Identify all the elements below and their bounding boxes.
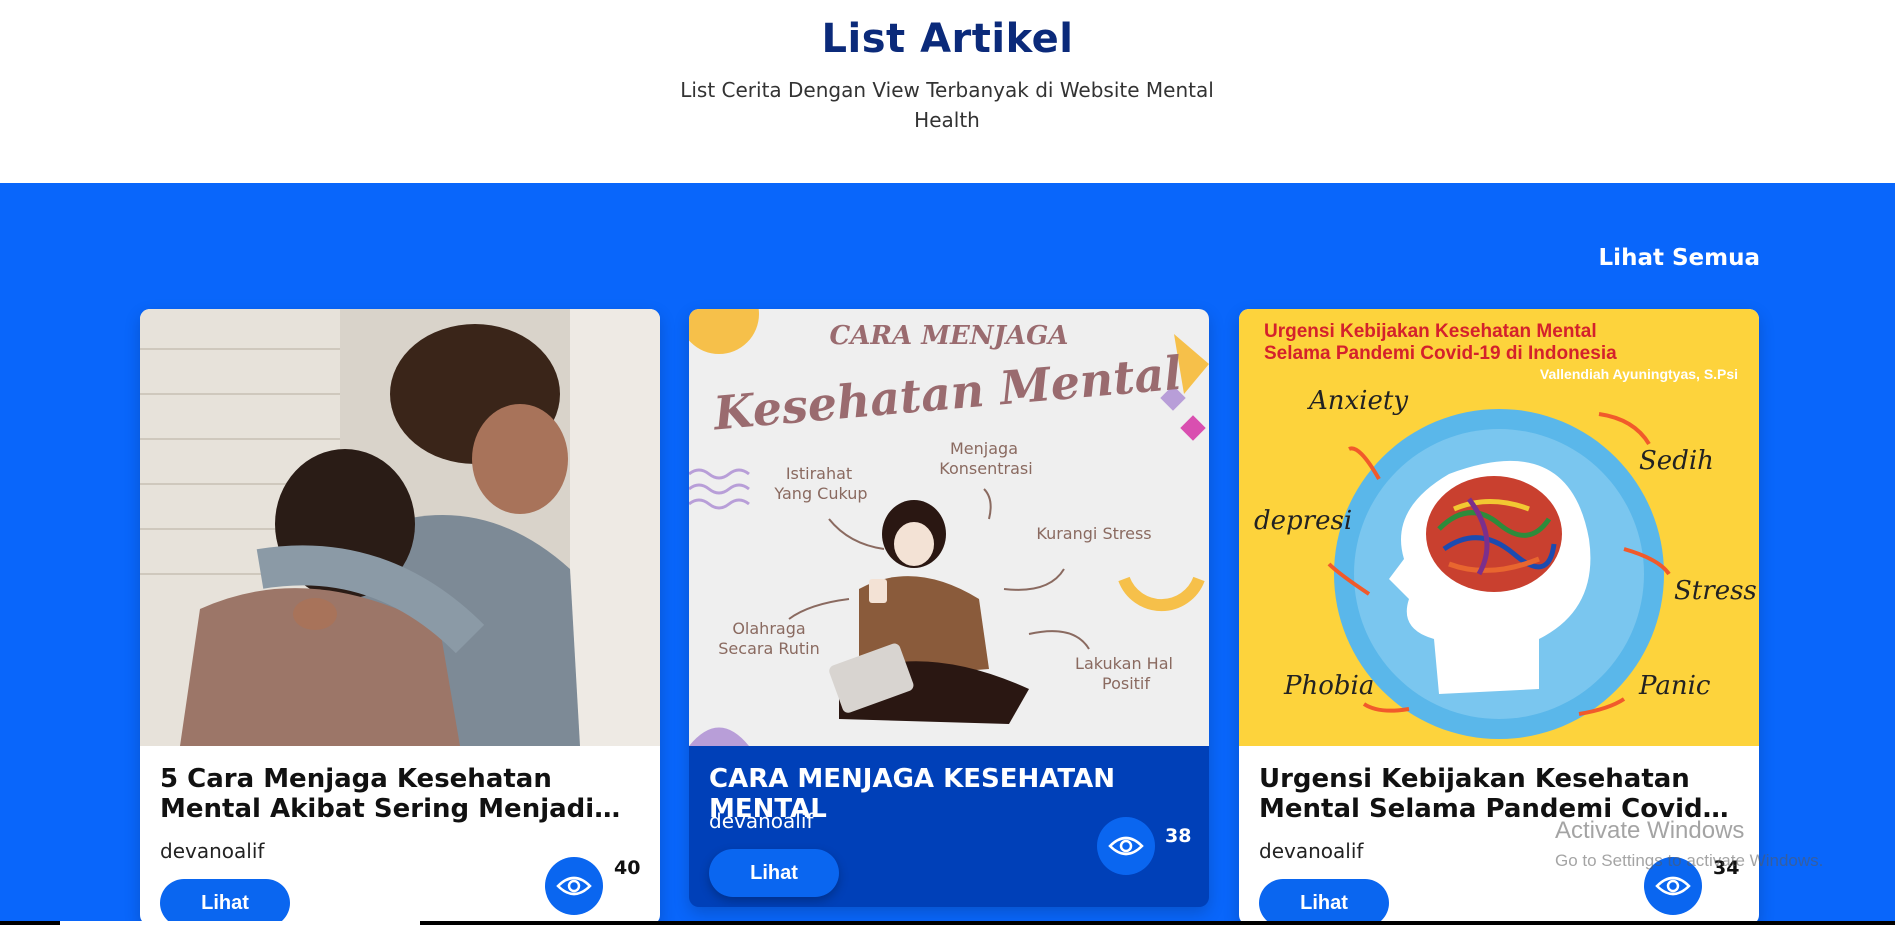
article-image — [140, 309, 660, 746]
svg-text:Secara Rutin: Secara Rutin — [718, 639, 819, 658]
watermark-line: Activate Windows — [1555, 817, 1745, 844]
svg-text:Sedih: Sedih — [1639, 446, 1714, 476]
view-article-button[interactable]: Lihat — [709, 849, 839, 897]
svg-text:depresi: depresi — [1254, 506, 1352, 536]
taskbar-edge — [0, 921, 1895, 925]
svg-text:Positif: Positif — [1102, 674, 1150, 693]
article-author: devanoalif — [160, 839, 265, 863]
svg-text:Anxiety: Anxiety — [1307, 386, 1408, 416]
svg-text:Yang Cukup: Yang Cukup — [773, 484, 867, 503]
image-text: Urgensi Kebijakan Kesehatan Mental — [1264, 321, 1597, 342]
article-image: CARA MENJAGA Kesehatan Mental Menjaga Ko… — [689, 309, 1209, 746]
image-text: CARA MENJAGA — [830, 321, 1069, 351]
svg-text:Lakukan Hal: Lakukan Hal — [1075, 654, 1173, 673]
eye-icon — [1097, 817, 1155, 875]
article-title[interactable]: 5 Cara Menjaga Kesehatan Mental Akibat S… — [160, 764, 640, 824]
svg-text:Vallendiah Ayuningtyas, S.Psi: Vallendiah Ayuningtyas, S.Psi — [1540, 366, 1738, 382]
svg-text:Panic: Panic — [1638, 671, 1711, 701]
view-article-button[interactable]: Lihat — [160, 879, 290, 925]
svg-text:Olahraga: Olahraga — [732, 619, 805, 638]
windows-activation-watermark: Activate Windows Go to Settings to activ… — [1555, 817, 1823, 871]
view-count: 40 — [614, 857, 641, 879]
page-subtitle: List Cerita Dengan View Terbanyak di Web… — [680, 78, 1214, 132]
svg-text:Istirahat: Istirahat — [786, 464, 852, 483]
page-header: List Artikel List Cerita Dengan View Ter… — [0, 0, 1895, 183]
svg-text:Kurangi Stress: Kurangi Stress — [1036, 524, 1151, 543]
eye-icon — [545, 857, 603, 915]
watermark-line: Go to Settings to activate Windows. — [1555, 851, 1824, 870]
svg-text:Phobia: Phobia — [1283, 671, 1374, 701]
article-title[interactable]: Urgensi Kebijakan Kesehatan Mental Selam… — [1259, 764, 1739, 824]
article-image: Urgensi Kebijakan Kesehatan Mental Selam… — [1239, 309, 1759, 746]
article-author: devanoalif — [709, 809, 814, 833]
articles-section: Lihat Semua 5 Cara Menjaga Kesehatan Men… — [0, 183, 1895, 925]
article-card[interactable]: 5 Cara Menjaga Kesehatan Mental Akibat S… — [140, 309, 660, 925]
article-author: devanoalif — [1259, 839, 1364, 863]
svg-text:Stress: Stress — [1674, 576, 1757, 606]
article-card[interactable]: CARA MENJAGA Kesehatan Mental Menjaga Ko… — [689, 309, 1209, 907]
svg-text:Menjaga: Menjaga — [950, 439, 1018, 458]
svg-text:Selama Pandemi Covid-19 di Ind: Selama Pandemi Covid-19 di Indonesia — [1264, 343, 1617, 364]
see-all-link[interactable]: Lihat Semua — [1599, 245, 1760, 271]
view-article-button[interactable]: Lihat — [1259, 879, 1389, 925]
svg-text:Konsentrasi: Konsentrasi — [939, 459, 1032, 478]
view-count: 38 — [1165, 825, 1192, 847]
page-title: List Artikel — [821, 16, 1074, 62]
